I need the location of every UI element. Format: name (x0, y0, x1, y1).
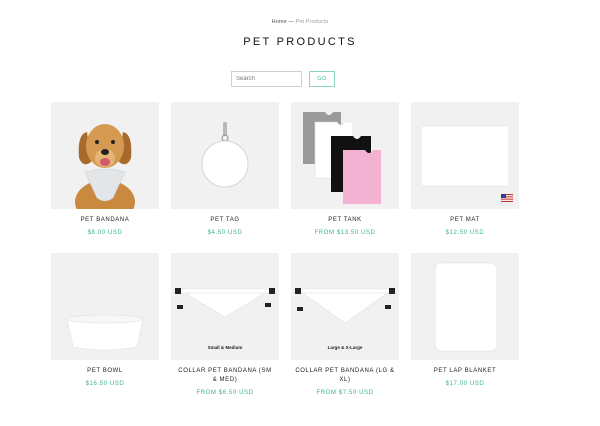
product-image[interactable] (51, 253, 159, 360)
product-name[interactable]: PET TAG (171, 216, 279, 225)
product-name[interactable]: PET TANK (291, 216, 399, 225)
page-title: PET PRODUCTS (243, 36, 357, 48)
product-card-pet-bowl[interactable]: PET BOWL $16.50 USD (51, 253, 159, 387)
product-grid: PET BANDANA $8.00 USD PET TAG $4.50 USD … (51, 102, 519, 402)
pet-bowl-icon (66, 314, 144, 351)
product-image[interactable]: Large & X-Large (291, 253, 399, 360)
product-card-pet-tank[interactable]: PET TANK FROM $13.50 USD (291, 102, 399, 236)
product-card-pet-tag[interactable]: PET TAG $4.50 USD (171, 102, 279, 236)
product-price: FROM $13.50 USD (314, 230, 376, 236)
product-name[interactable]: COLLAR PET BANDANA (LG & XL) (291, 367, 399, 385)
size-caption: Small & Medium (207, 345, 243, 350)
us-flag-icon (500, 193, 514, 203)
collar-bandana-icon (294, 288, 396, 324)
product-card-collar-bandana-lg-xl[interactable]: Large & X-Large COLLAR PET BANDANA (LG &… (291, 253, 399, 396)
collar-bandana-icon (174, 288, 276, 318)
lap-blanket-icon (434, 262, 498, 352)
product-price: $16.50 USD (85, 381, 125, 387)
product-name[interactable]: PET LAP BLANKET (411, 367, 519, 376)
round-tag-icon (201, 122, 249, 188)
product-name[interactable]: PET MAT (411, 216, 519, 225)
product-name[interactable]: PET BOWL (51, 367, 159, 376)
breadcrumb-current: Pet Products (295, 19, 329, 25)
breadcrumb-home-link[interactable]: Home (272, 19, 287, 25)
size-caption: Large & X-Large (327, 345, 363, 350)
product-price: $4.50 USD (207, 230, 243, 236)
product-card-pet-bandana[interactable]: PET BANDANA $8.00 USD (51, 102, 159, 236)
product-image[interactable] (291, 102, 399, 209)
product-price: $12.50 USD (445, 230, 485, 236)
product-card-pet-mat[interactable]: PET MAT $12.50 USD (411, 102, 519, 236)
product-name[interactable]: PET BANDANA (51, 216, 159, 225)
product-image[interactable] (411, 102, 519, 209)
product-price: FROM $7.50 USD (316, 390, 374, 396)
product-price: $17.00 USD (445, 381, 485, 387)
search-input[interactable] (231, 71, 302, 87)
product-card-pet-lap-blanket[interactable]: PET LAP BLANKET $17.00 USD (411, 253, 519, 387)
go-button[interactable]: GO (309, 71, 335, 87)
product-price: FROM $6.50 USD (196, 390, 254, 396)
product-price: $8.00 USD (87, 230, 123, 236)
product-image[interactable] (171, 102, 279, 209)
search-form: GO (231, 71, 337, 87)
pet-tanks-icon (303, 112, 381, 204)
breadcrumb: Home — Pet Products (0, 19, 600, 25)
product-image[interactable] (411, 253, 519, 360)
product-image[interactable]: Small & Medium (171, 253, 279, 360)
breadcrumb-separator: — (286, 19, 296, 25)
product-card-collar-bandana-sm-med[interactable]: Small & Medium COLLAR PET BANDANA (SM & … (171, 253, 279, 396)
product-image[interactable] (51, 102, 159, 209)
dog-bandana-icon (75, 124, 135, 209)
product-name[interactable]: COLLAR PET BANDANA (SM & MED) (171, 367, 279, 385)
